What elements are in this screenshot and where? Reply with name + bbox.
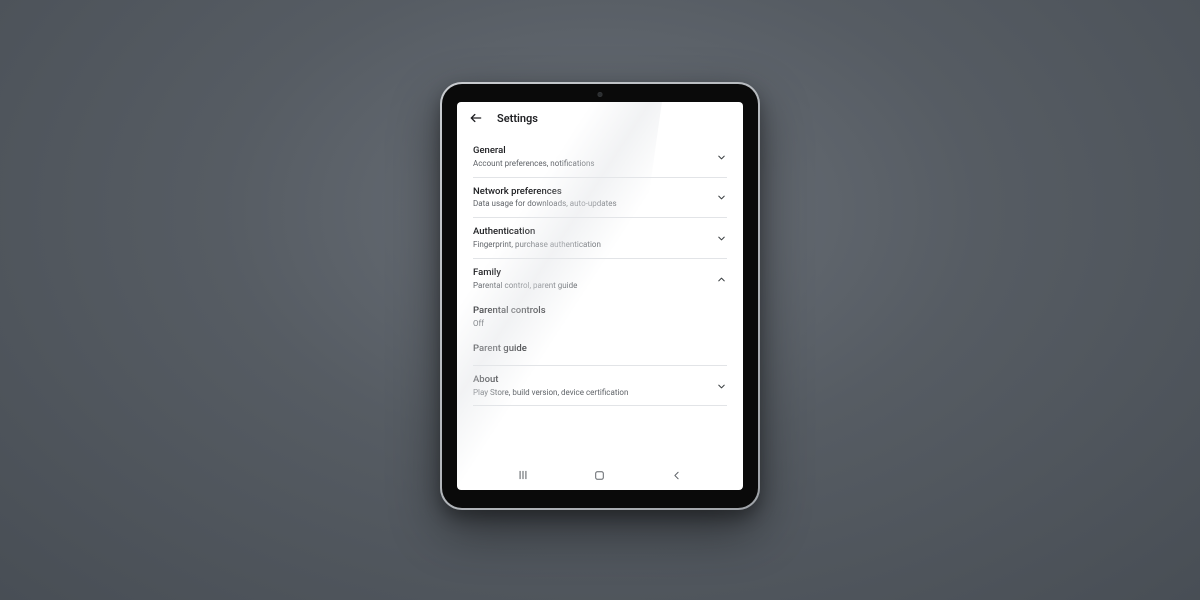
nav-recents-icon[interactable] (515, 467, 531, 483)
nav-back-icon[interactable] (669, 467, 685, 483)
subitem-parental-controls[interactable]: Parental controls Off (473, 298, 727, 336)
section-about[interactable]: About Play Store, build version, device … (473, 366, 727, 407)
section-title: Authentication (473, 226, 715, 239)
chevron-up-icon (715, 273, 727, 285)
app-header: Settings (457, 102, 743, 131)
section-family[interactable]: Family Parental control, parent guide (473, 259, 727, 299)
nav-home-icon[interactable] (592, 467, 608, 483)
section-sub: Parental control, parent guide (473, 281, 715, 292)
subitem-parent-guide[interactable]: Parent guide (473, 336, 727, 366)
section-sub: Data usage for downloads, auto-updates (473, 199, 715, 210)
chevron-down-icon (715, 192, 727, 204)
section-network-preferences[interactable]: Network preferences Data usage for downl… (473, 178, 727, 219)
subitem-title: Parental controls (473, 305, 727, 318)
subitem-sub: Off (473, 319, 727, 330)
screen: Settings General Account preferences, no… (457, 102, 743, 490)
section-sub: Play Store, build version, device certif… (473, 388, 715, 399)
section-title: Family (473, 267, 715, 280)
subitem-title: Parent guide (473, 343, 727, 356)
section-title: General (473, 145, 715, 158)
section-title: Network preferences (473, 186, 715, 199)
settings-list: General Account preferences, notificatio… (457, 131, 743, 460)
section-sub: Fingerprint, purchase authentication (473, 240, 715, 251)
section-title: About (473, 374, 715, 387)
section-authentication[interactable]: Authentication Fingerprint, purchase aut… (473, 218, 727, 259)
back-arrow-icon[interactable] (469, 111, 483, 125)
front-camera (598, 92, 603, 97)
chevron-down-icon (715, 151, 727, 163)
page-title: Settings (497, 112, 538, 125)
chevron-down-icon (715, 233, 727, 245)
tablet-frame: Settings General Account preferences, no… (440, 82, 760, 510)
section-general[interactable]: General Account preferences, notificatio… (473, 137, 727, 178)
chevron-down-icon (715, 380, 727, 392)
section-sub: Account preferences, notifications (473, 159, 715, 170)
system-nav-bar (457, 460, 743, 490)
tablet-bezel: Settings General Account preferences, no… (442, 84, 758, 508)
